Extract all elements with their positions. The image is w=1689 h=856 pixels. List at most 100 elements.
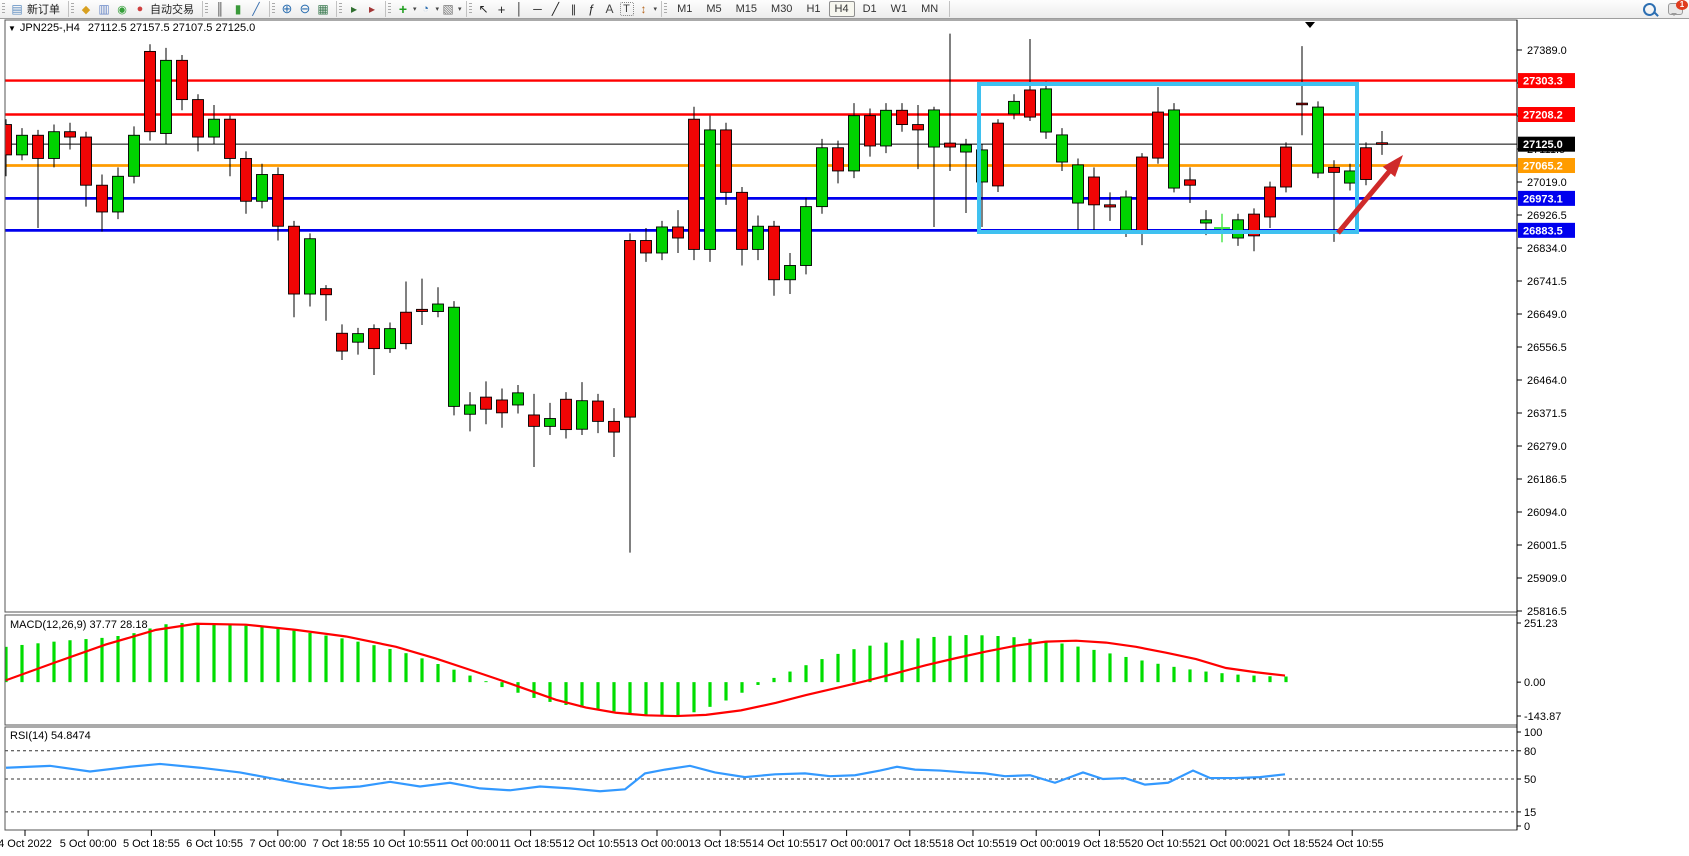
- time-tick-label: 12 Oct 10:55: [562, 838, 625, 850]
- trend-line-icon[interactable]: ╱: [548, 1, 564, 17]
- crosshair-icon[interactable]: +: [494, 1, 510, 17]
- add-indicator-dropdown-icon[interactable]: ▾: [413, 5, 417, 13]
- price-badge-label: 26973.1: [1523, 193, 1563, 205]
- macd-panel: [6, 623, 1286, 716]
- rsi-tick-label: 100: [1524, 727, 1542, 739]
- candle: [337, 324, 348, 360]
- timeframe-mn[interactable]: MN: [915, 1, 944, 17]
- price-chart-canvas[interactable]: 27389.027296.527204.027111.527019.026926…: [0, 19, 1689, 856]
- tile-windows-icon[interactable]: ▦: [315, 1, 331, 17]
- candle: [49, 125, 60, 168]
- candle: [1297, 46, 1308, 135]
- templates-icon[interactable]: ▧: [440, 1, 456, 17]
- timeframe-m5[interactable]: M5: [700, 1, 727, 17]
- periods-dropdown-icon[interactable]: ▾: [436, 5, 440, 13]
- cursor-arrow-icon[interactable]: ↖: [476, 1, 492, 17]
- symbol-dropdown-icon[interactable]: ▼: [8, 24, 16, 33]
- time-tick-label: 17 Oct 18:55: [878, 838, 941, 850]
- candle: [129, 126, 140, 183]
- fibonacci-icon[interactable]: ƒ: [584, 1, 600, 17]
- candle-body: [289, 226, 300, 294]
- time-tick-label: 21 Oct 18:55: [1258, 838, 1321, 850]
- timeframe-m1[interactable]: M1: [671, 1, 698, 17]
- chart-shift-icon[interactable]: ▸: [364, 1, 380, 17]
- candle-body: [561, 399, 572, 429]
- new-order-icon[interactable]: ▤: [9, 1, 25, 17]
- candle-body: [1201, 220, 1212, 223]
- arrow-objects-dropdown-icon[interactable]: ▾: [654, 5, 658, 13]
- candle-body: [945, 143, 956, 147]
- templates-dropdown-icon[interactable]: ▾: [458, 5, 462, 13]
- timeframe-w1[interactable]: W1: [885, 1, 914, 17]
- gold-bar-icon[interactable]: ◆: [78, 1, 94, 17]
- candle-body: [1265, 187, 1276, 217]
- price-tick-label: 25909.0: [1527, 573, 1567, 585]
- candle: [705, 116, 716, 262]
- candles-layer: [1, 34, 1388, 553]
- autotrade-label[interactable]: 自动交易: [150, 1, 194, 17]
- price-tick-label: 27019.0: [1527, 177, 1567, 189]
- toolbar-group: ║▮╱: [203, 1, 270, 17]
- zoom-out-icon[interactable]: ⊖: [297, 1, 313, 17]
- zoom-in-icon[interactable]: ⊕: [279, 1, 295, 17]
- candle: [561, 392, 572, 438]
- equidistant-channel-icon[interactable]: ∥: [566, 1, 582, 17]
- candle-body: [1041, 89, 1052, 132]
- rsi-tick-label: 15: [1524, 807, 1536, 819]
- time-tick-label: 14 Oct 10:55: [752, 838, 815, 850]
- signal-icon[interactable]: ◉: [114, 1, 130, 17]
- candle-body: [865, 116, 876, 146]
- candle-body: [513, 393, 524, 405]
- candle-body: [625, 241, 636, 418]
- ohlc-values: 27112.5 27157.5 27107.5 27125.0: [88, 22, 255, 34]
- timeframe-m15[interactable]: M15: [730, 1, 763, 17]
- rsi-line: [6, 764, 1285, 791]
- candle-body: [1073, 165, 1084, 203]
- candles-chart-icon[interactable]: ▮: [230, 1, 246, 17]
- candle-body: [897, 110, 908, 124]
- candle: [449, 301, 460, 415]
- bars-chart-icon[interactable]: ║: [212, 1, 228, 17]
- new-order-label[interactable]: 新订单: [27, 1, 60, 17]
- candle-body: [417, 309, 428, 311]
- periods-icon[interactable]: ◔: [418, 1, 434, 17]
- candle-body: [337, 333, 348, 351]
- scroll-to-end-icon[interactable]: ▸: [346, 1, 362, 17]
- autotrade-icon[interactable]: ●: [132, 1, 148, 17]
- timeframe-d1[interactable]: D1: [857, 1, 883, 17]
- time-tick-label: 13 Oct 00:00: [626, 838, 689, 850]
- candle-body: [961, 145, 972, 152]
- candle: [801, 198, 812, 275]
- time-tick-label: 19 Oct 18:55: [1068, 838, 1131, 850]
- candle-body: [993, 123, 1004, 186]
- candle-body: [481, 397, 492, 409]
- line-chart-icon[interactable]: ╱: [248, 1, 264, 17]
- price-tick-label: 26094.0: [1527, 507, 1567, 519]
- candle: [1153, 87, 1164, 164]
- candle: [481, 381, 492, 424]
- timeframe-h4[interactable]: H4: [829, 1, 855, 17]
- candle: [657, 221, 668, 260]
- search-icon[interactable]: [1643, 3, 1656, 16]
- candle-body: [97, 185, 108, 212]
- arrow-objects-icon[interactable]: ↕: [636, 1, 652, 17]
- history-window-icon[interactable]: ▥: [96, 1, 112, 17]
- chart-shift-marker[interactable]: [1305, 22, 1315, 28]
- timeframe-m30[interactable]: M30: [765, 1, 798, 17]
- text-label-icon[interactable]: A: [602, 1, 618, 17]
- candle: [289, 221, 300, 317]
- candle: [817, 139, 828, 214]
- chat-icon[interactable]: 1: [1668, 3, 1683, 15]
- candle: [721, 123, 732, 205]
- add-indicator-icon[interactable]: +: [395, 1, 411, 17]
- candle: [1249, 208, 1260, 251]
- price-tick-label: 26834.0: [1527, 243, 1567, 255]
- price-tick-label: 25816.5: [1527, 606, 1567, 618]
- vertical-line-icon[interactable]: │: [512, 1, 528, 17]
- horizontal-line-icon[interactable]: ─: [530, 1, 546, 17]
- timeframe-h1[interactable]: H1: [800, 1, 826, 17]
- candle: [1169, 103, 1180, 192]
- candle: [1041, 82, 1052, 139]
- text-box-icon[interactable]: T: [620, 2, 634, 16]
- candle-body: [401, 312, 412, 343]
